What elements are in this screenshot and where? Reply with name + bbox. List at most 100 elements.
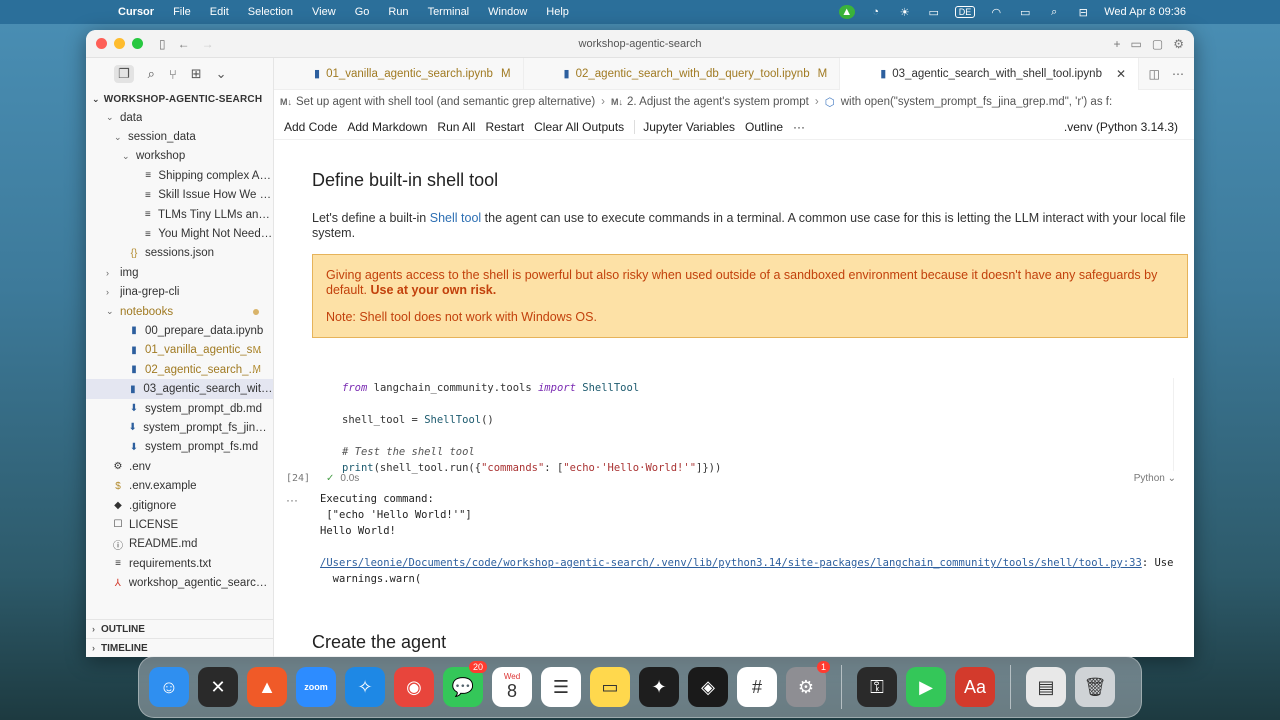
jupyter-variables-button[interactable]: Jupyter Variables	[643, 120, 735, 134]
add-markdown-button[interactable]: Add Markdown	[347, 120, 427, 134]
menu-window[interactable]: Window	[488, 6, 527, 18]
file-tree-row[interactable]: ⌄ workshop	[86, 147, 273, 166]
code-editor[interactable]: from langchain_community.tools import Sh…	[328, 378, 1173, 476]
menu-run[interactable]: Run	[388, 6, 408, 18]
layout-icon[interactable]: ▭	[1131, 37, 1142, 51]
zoom-window-button[interactable]	[132, 38, 143, 49]
breadcrumb-code[interactable]: with open("system_prompt_fs_jina_grep.md…	[841, 96, 1112, 108]
dock-zoom-icon[interactable]: zoom	[296, 667, 336, 707]
explorer-root-folder[interactable]: ⌄ WORKSHOP-AGENTIC-SEARCH	[86, 90, 273, 108]
file-tree-row[interactable]: ≡ You Might Not Need 50 ...	[86, 224, 273, 243]
file-tree-row[interactable]: ◆ .gitignore	[86, 496, 273, 515]
dock-perplexity-icon[interactable]: ✕	[198, 667, 238, 707]
breadcrumb-subsection[interactable]: 2. Adjust the agent's system prompt	[627, 96, 809, 108]
file-tree-row[interactable]: ⌄ session_data	[86, 127, 273, 146]
file-tree-row[interactable]: ≡ Shipping complex AI ap...	[86, 166, 273, 185]
cell-language-picker[interactable]: Python ⌄	[1134, 473, 1176, 484]
dock-slack-icon[interactable]: #	[737, 667, 777, 707]
menu-app-name[interactable]: Cursor	[118, 6, 154, 18]
forward-arrow-icon[interactable]: →	[202, 37, 214, 51]
tab-01-vanilla[interactable]: ▮ 01_vanilla_agentic_search.ipynb M	[274, 57, 524, 90]
dock-calendar-icon[interactable]: Wed 8	[492, 667, 532, 707]
screen-time-icon[interactable]: ◔	[868, 5, 884, 19]
file-tree-row[interactable]: › img	[86, 263, 273, 282]
menu-help[interactable]: Help	[546, 6, 569, 18]
file-tree-row[interactable]: {} sessions.json	[86, 244, 273, 263]
dock-notes-icon[interactable]: ▭	[590, 667, 630, 707]
control-center-icon[interactable]: ⊟	[1075, 5, 1091, 19]
minimize-window-button[interactable]	[114, 38, 125, 49]
markdown-cell[interactable]: Define built-in shell tool Let's define …	[274, 170, 1194, 338]
file-tree-row[interactable]: › jina-grep-cli	[86, 283, 273, 302]
kernel-picker[interactable]: .venv (Python 3.14.3)	[1064, 120, 1178, 134]
more-actions-icon[interactable]: ⋯	[1172, 67, 1184, 81]
file-tree-row[interactable]: ⬇ system_prompt_db.md	[86, 399, 273, 418]
file-tree-row[interactable]: ▮ 00_prepare_data.ipynb	[86, 321, 273, 340]
dock-system-settings-icon[interactable]: ⚙ 1	[786, 661, 830, 707]
dock-facetime-icon[interactable]: ▶	[906, 667, 946, 707]
file-tree-row[interactable]: ▮ 03_agentic_search_with_...	[86, 379, 273, 399]
chevron-down-icon[interactable]: ⌄	[216, 66, 227, 82]
run-all-button[interactable]: Run All	[437, 120, 475, 134]
menu-terminal[interactable]: Terminal	[428, 6, 470, 18]
dock-figma-icon[interactable]: ✦	[639, 667, 679, 707]
file-tree-row[interactable]: ⚙ .env	[86, 457, 273, 476]
clear-outputs-button[interactable]: Clear All Outputs	[534, 120, 624, 134]
wifi-icon[interactable]: ◠	[988, 5, 1004, 19]
file-tree-row[interactable]: ▮ 02_agentic_search_... M	[86, 360, 273, 379]
explorer-files-icon[interactable]: ❐	[114, 65, 134, 83]
add-code-button[interactable]: Add Code	[284, 120, 337, 134]
menu-view[interactable]: View	[312, 6, 336, 18]
battery-icon[interactable]: ▭	[1017, 5, 1033, 19]
tab-03-shell-tool[interactable]: ▮ 03_agentic_search_with_shell_tool.ipyn…	[840, 57, 1140, 90]
menu-go[interactable]: Go	[355, 6, 370, 18]
file-tree-row[interactable]: ⬇ system_prompt_fs.md	[86, 438, 273, 457]
restart-button[interactable]: Restart	[485, 120, 524, 134]
dock-affinity-icon[interactable]: ▲	[247, 667, 287, 707]
warning-file-link[interactable]: /Users/leonie/Documents/code/workshop-ag…	[320, 557, 1142, 569]
screen-mirror-icon[interactable]: ▭	[926, 5, 942, 19]
new-agent-icon[interactable]: +	[1114, 37, 1121, 51]
input-source-badge[interactable]: DE	[954, 6, 976, 18]
dock-keychain-icon[interactable]: ⚿	[857, 667, 897, 707]
source-control-icon[interactable]: ⑂	[169, 67, 177, 82]
extensions-icon[interactable]: ⊞	[191, 66, 202, 82]
shell-tool-link[interactable]: Shell tool	[430, 211, 481, 225]
dock-cursor-icon[interactable]: ◈	[688, 667, 728, 707]
dock-trash-icon[interactable]: 🗑	[1075, 667, 1115, 707]
menu-file[interactable]: File	[173, 6, 191, 18]
toggle-sidebar-icon[interactable]: ▯	[159, 37, 166, 51]
breadcrumb-section[interactable]: Set up agent with shell tool (and semant…	[296, 96, 595, 108]
outline-section[interactable]: › OUTLINE	[86, 619, 273, 638]
menu-selection[interactable]: Selection	[248, 6, 293, 18]
settings-gear-icon[interactable]: ⚙	[1173, 37, 1184, 51]
tab-02-db-query[interactable]: ▮ 02_agentic_search_with_db_query_tool.i…	[524, 57, 841, 90]
file-tree-row[interactable]: ⬇ system_prompt_fs_jina_g...	[86, 418, 273, 437]
timeline-section[interactable]: › TIMELINE	[86, 638, 273, 657]
dock-preview-icon[interactable]: ▤	[1026, 667, 1066, 707]
file-tree-row[interactable]: ⓘ README.md	[86, 535, 273, 554]
file-tree-row[interactable]: $ .env.example	[86, 476, 273, 495]
dock-chrome-icon[interactable]: ◉	[394, 667, 434, 707]
dock-safari-icon[interactable]: ✧	[345, 667, 385, 707]
dock-finder-icon[interactable]: ☺	[149, 667, 189, 707]
spotlight-search-icon[interactable]: ⌕	[1046, 5, 1062, 19]
brightness-icon[interactable]: ☀	[897, 5, 913, 19]
file-tree-row[interactable]: ⌄ notebooks	[86, 302, 273, 321]
file-tree-row[interactable]: ⌄ data	[86, 108, 273, 127]
tray-app-icon[interactable]: ▲	[838, 5, 855, 19]
dock-messages-icon[interactable]: 💬 20	[443, 661, 487, 707]
menu-clock[interactable]: Wed Apr 8 09:36	[1104, 6, 1186, 18]
dock-dictionary-icon[interactable]: Aa	[955, 667, 995, 707]
output-actions-icon[interactable]: ···	[286, 493, 298, 507]
split-editor-icon[interactable]: ◫	[1149, 67, 1160, 81]
close-tab-icon[interactable]: ✕	[1116, 67, 1126, 81]
chat-icon[interactable]: ▢	[1152, 37, 1163, 51]
back-arrow-icon[interactable]: ←	[178, 37, 190, 51]
file-tree-row[interactable]: ≡ requirements.txt	[86, 554, 273, 573]
close-window-button[interactable]	[96, 38, 107, 49]
more-toolbar-button[interactable]: ···	[793, 120, 805, 134]
outline-button[interactable]: Outline	[745, 120, 783, 134]
file-tree-row[interactable]: ≡ TLMs Tiny LLMs and Ag...	[86, 205, 273, 224]
code-cell[interactable]: from langchain_community.tools import Sh…	[328, 378, 1174, 474]
